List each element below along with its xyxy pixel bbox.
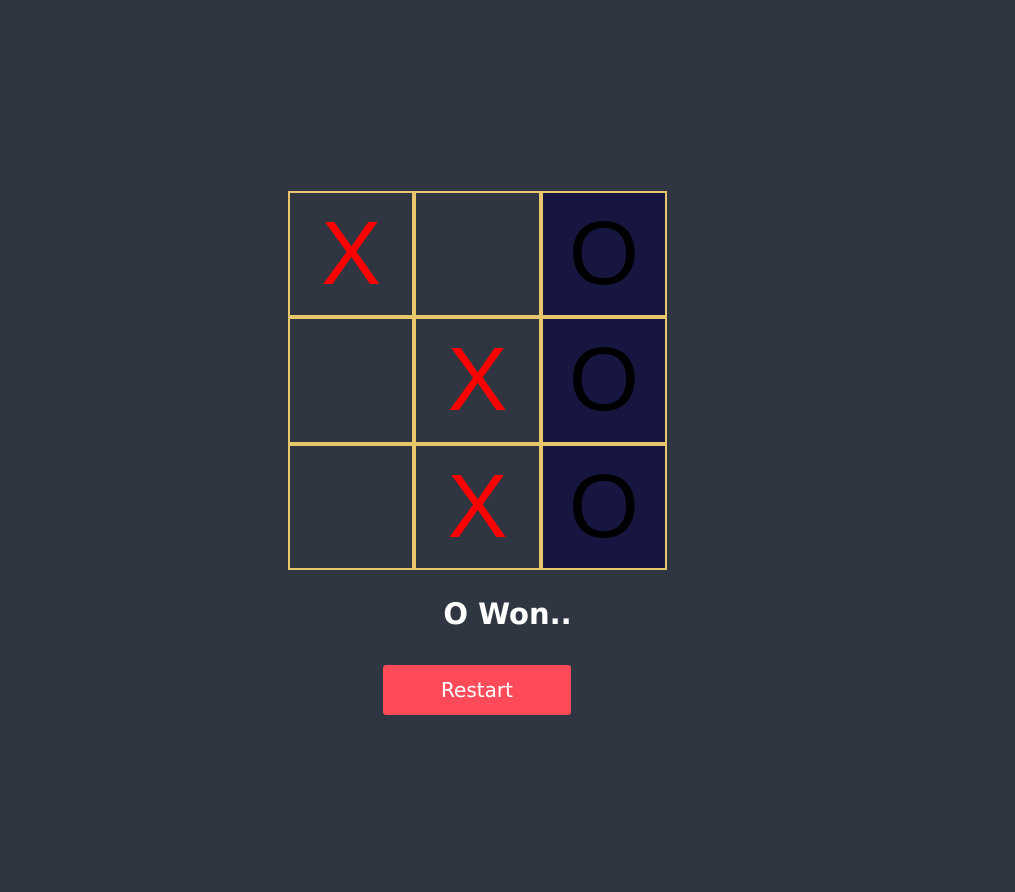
board-cell-1[interactable]: X [288,191,415,318]
board-cell-6[interactable]: O [540,317,667,444]
restart-button[interactable]: Restart [383,665,571,715]
game-status-text: O Won.. [443,597,572,631]
board-cell-9[interactable]: O [540,443,667,570]
board-cell-5[interactable]: X [414,317,541,444]
board-cell-3[interactable]: O [540,191,667,318]
board-cell-8[interactable]: X [414,443,541,570]
game-page: X O X O X O O Won.. Restart [0,0,1015,892]
board-cell-2[interactable] [414,191,541,318]
board-cell-4[interactable] [288,317,415,444]
board-cell-7[interactable] [288,443,415,570]
tic-tac-toe-board: X O X O X O [288,191,667,570]
